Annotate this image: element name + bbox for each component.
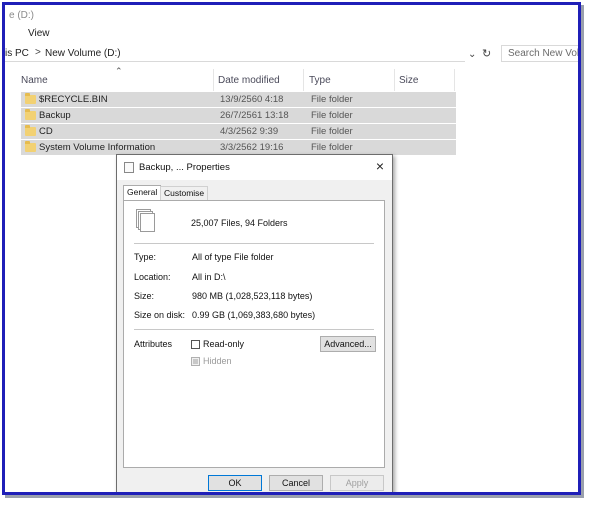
window-title: e (D:) bbox=[9, 10, 34, 21]
size-on-disk-label: Size on disk: bbox=[134, 310, 186, 320]
folder-icon bbox=[25, 93, 36, 104]
attributes-label: Attributes bbox=[134, 339, 173, 349]
file-date: 3/3/2562 19:16 bbox=[220, 142, 284, 153]
column-header-size[interactable]: Size bbox=[399, 75, 418, 86]
file-date: 26/7/2561 13:18 bbox=[220, 110, 289, 121]
properties-dialog: Backup, ... Properties × General Customi… bbox=[116, 154, 393, 492]
type-value: All of type File folder bbox=[192, 252, 274, 262]
folder-icon bbox=[25, 125, 36, 136]
tab-customise[interactable]: Customise bbox=[160, 186, 209, 200]
file-type: File folder bbox=[311, 110, 353, 121]
hidden-label[interactable]: Hidden bbox=[203, 356, 232, 366]
hidden-checkbox[interactable] bbox=[191, 357, 200, 366]
column-divider[interactable] bbox=[213, 69, 214, 91]
folder-icon bbox=[25, 109, 36, 120]
sort-ascending-icon: ⌃ bbox=[115, 66, 123, 76]
column-divider[interactable] bbox=[454, 69, 455, 91]
column-header-date[interactable]: Date modified bbox=[218, 75, 280, 86]
size-on-disk-value: 0.99 GB (1,069,383,680 bytes) bbox=[192, 310, 316, 320]
file-name: System Volume Information bbox=[39, 142, 156, 153]
dialog-title: Backup, ... Properties bbox=[139, 162, 230, 173]
breadcrumb-this-pc[interactable]: is PC bbox=[5, 48, 29, 59]
column-divider[interactable] bbox=[394, 69, 395, 91]
apply-button[interactable]: Apply bbox=[330, 475, 384, 491]
chevron-right-icon: > bbox=[35, 47, 41, 58]
search-input[interactable]: Search New Volume bbox=[501, 45, 578, 62]
refresh-icon[interactable]: ↻ bbox=[482, 47, 491, 60]
size-value: 980 MB (1,028,523,118 bytes) bbox=[192, 291, 313, 301]
column-header-type[interactable]: Type bbox=[309, 75, 331, 86]
properties-icon bbox=[124, 162, 134, 173]
file-date: 4/3/2562 9:39 bbox=[220, 126, 279, 137]
divider bbox=[134, 329, 374, 330]
address-bar[interactable]: is PC > New Volume (D:) bbox=[5, 45, 465, 62]
column-header-name[interactable]: Name bbox=[21, 75, 48, 86]
column-divider[interactable] bbox=[303, 69, 304, 91]
file-row[interactable]: CD 4/3/2562 9:39 File folder bbox=[21, 124, 456, 139]
dialog-title-bar[interactable]: Backup, ... Properties × bbox=[117, 155, 392, 180]
multiple-files-icon bbox=[136, 209, 156, 233]
explorer-window: e (D:) View is PC > New Volume (D:) ⌄ ↻ … bbox=[2, 2, 581, 495]
readonly-checkbox[interactable] bbox=[191, 340, 200, 349]
chevron-down-icon[interactable]: ⌄ bbox=[468, 49, 476, 60]
close-icon[interactable]: × bbox=[376, 158, 384, 174]
file-row[interactable]: System Volume Information 3/3/2562 19:16… bbox=[21, 140, 456, 155]
location-value: All in D:\ bbox=[192, 272, 226, 282]
folder-icon bbox=[25, 141, 36, 152]
summary-count: 25,007 Files, 94 Folders bbox=[191, 218, 288, 228]
readonly-label[interactable]: Read-only bbox=[203, 339, 244, 349]
file-name: CD bbox=[39, 126, 53, 137]
type-label: Type: bbox=[134, 252, 157, 262]
ok-button[interactable]: OK bbox=[208, 475, 262, 491]
location-label: Location: bbox=[134, 272, 171, 282]
file-type: File folder bbox=[311, 126, 353, 137]
file-row[interactable]: Backup 26/7/2561 13:18 File folder bbox=[21, 108, 456, 123]
file-name: Backup bbox=[39, 110, 71, 121]
file-type: File folder bbox=[311, 142, 353, 153]
general-panel: 25,007 Files, 94 Folders Type: All of ty… bbox=[123, 200, 385, 468]
file-name: $RECYCLE.BIN bbox=[39, 94, 108, 105]
divider bbox=[134, 243, 374, 244]
breadcrumb-new-volume[interactable]: New Volume (D:) bbox=[45, 48, 121, 59]
tab-general[interactable]: General bbox=[123, 185, 162, 201]
file-type: File folder bbox=[311, 94, 353, 105]
menu-view[interactable]: View bbox=[28, 28, 50, 39]
cancel-button[interactable]: Cancel bbox=[269, 475, 323, 491]
size-label: Size: bbox=[134, 291, 155, 301]
advanced-button[interactable]: Advanced... bbox=[320, 336, 376, 352]
file-row[interactable]: $RECYCLE.BIN 13/9/2560 4:18 File folder bbox=[21, 92, 456, 107]
file-date: 13/9/2560 4:18 bbox=[220, 94, 284, 105]
